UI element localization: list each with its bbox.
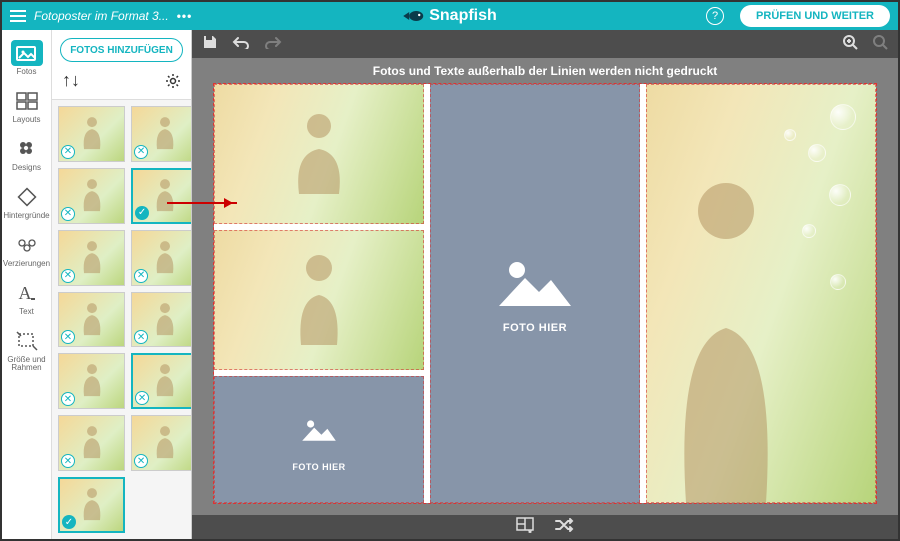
rail-label: Layouts xyxy=(12,116,40,124)
remove-x-icon[interactable]: ✕ xyxy=(61,454,75,468)
photo-thumbnail[interactable]: ✓ xyxy=(131,168,191,224)
layout-swap-icon[interactable] xyxy=(516,517,534,538)
rail-item-text[interactable]: A Text xyxy=(2,274,51,322)
zoom-in-icon[interactable] xyxy=(842,34,858,55)
redo-icon xyxy=(264,35,282,54)
used-check-icon[interactable]: ✓ xyxy=(62,515,76,529)
sort-button[interactable]: ↑↓ xyxy=(62,70,80,91)
header-bar: Fotoposter im Format 3... ••• Snapfish ?… xyxy=(2,2,898,30)
crop-icon xyxy=(11,328,43,354)
image-placeholder-icon xyxy=(301,416,337,442)
panel-settings-button[interactable] xyxy=(165,73,181,89)
brand-logo: Snapfish xyxy=(403,7,497,25)
remove-x-icon[interactable]: ✕ xyxy=(61,330,75,344)
layout-grid-icon xyxy=(11,88,43,114)
rail-item-designs[interactable]: Designs xyxy=(2,130,51,178)
rail-label: Verzierungen xyxy=(3,260,50,268)
rail-item-photos[interactable]: Fotos xyxy=(2,34,51,82)
photo-thumbnail[interactable]: ✕ xyxy=(58,415,125,471)
menu-button[interactable] xyxy=(10,10,26,22)
photo-slot-3[interactable]: FOTO HIER xyxy=(214,376,424,503)
remove-x-icon[interactable]: ✕ xyxy=(134,330,148,344)
rail-label: Fotos xyxy=(16,68,36,76)
zoom-fit-icon xyxy=(872,34,888,55)
photos-panel: FOTOS HINZUFÜGEN ↑↓ ✕ ✕ ✕ ✓ ✕ ✕ ✕ ✕ ✕ ✕ ✕ ✕ ✓ xyxy=(52,30,192,539)
guide-arrow xyxy=(167,202,237,204)
canvas-hint: Fotos und Texte außerhalb der Linien wer… xyxy=(192,58,898,84)
rail-label: Größe und Rahmen xyxy=(3,356,51,372)
photo-thumbnail[interactable]: ✕ xyxy=(131,230,191,286)
remove-x-icon[interactable]: ✕ xyxy=(134,145,148,159)
rail-label: Text xyxy=(19,308,34,316)
image-placeholder-icon xyxy=(495,254,575,312)
photo-slot-2[interactable] xyxy=(214,230,424,370)
proceed-button[interactable]: PRÜFEN UND WEITER xyxy=(740,5,890,27)
photo-slot-5[interactable] xyxy=(646,84,876,503)
flower-icon xyxy=(11,136,43,162)
remove-x-icon[interactable]: ✕ xyxy=(61,392,75,406)
photo-thumbnail[interactable]: ✕ xyxy=(58,230,125,286)
photo-thumbnail[interactable]: ✕ xyxy=(131,292,191,348)
photo-slot-4[interactable]: FOTO HIER xyxy=(430,84,640,503)
photo-thumbnail[interactable]: ✕ xyxy=(131,415,191,471)
brand-text: Snapfish xyxy=(429,7,497,25)
undo-icon[interactable] xyxy=(232,35,250,54)
photo-thumbnail[interactable]: ✕ xyxy=(131,353,191,409)
photo-thumbnail[interactable]: ✕ xyxy=(58,106,125,162)
photo-thumbnail[interactable]: ✓ xyxy=(58,477,125,533)
placeholder-label: FOTO HIER xyxy=(503,322,567,334)
fish-icon xyxy=(403,9,425,23)
document-title[interactable]: Fotoposter im Format 3... xyxy=(34,9,169,23)
thumbnail-grid: ✕ ✕ ✕ ✓ ✕ ✕ ✕ ✕ ✕ ✕ ✕ ✕ ✓ xyxy=(52,100,191,539)
canvas-toolbar xyxy=(192,30,898,58)
help-button[interactable]: ? xyxy=(706,7,724,25)
text-icon: A xyxy=(11,280,43,306)
ornament-icon xyxy=(11,232,43,258)
remove-x-icon[interactable]: ✕ xyxy=(135,391,149,405)
rail-label: Hintergründe xyxy=(3,212,49,220)
remove-x-icon[interactable]: ✕ xyxy=(61,269,75,283)
rail-label: Designs xyxy=(12,164,41,172)
photo-thumbnail[interactable]: ✕ xyxy=(58,353,125,409)
canvas-bottom-bar xyxy=(192,515,898,539)
rail-item-size[interactable]: Größe und Rahmen xyxy=(2,322,51,378)
photo-thumbnail[interactable]: ✕ xyxy=(58,168,125,224)
shuffle-icon[interactable] xyxy=(554,518,574,537)
canvas-area: Fotos und Texte außerhalb der Linien wer… xyxy=(192,30,898,539)
rail-item-backgrounds[interactable]: Hintergründe xyxy=(2,178,51,226)
poster-layout[interactable]: FOTO HIER FOTO HIER xyxy=(214,84,876,503)
photo-thumbnail[interactable]: ✕ xyxy=(131,106,191,162)
left-rail: Fotos Layouts Designs Hintergründe Verzi… xyxy=(2,30,52,539)
remove-x-icon[interactable]: ✕ xyxy=(61,145,75,159)
photo-slot-1[interactable] xyxy=(214,84,424,224)
remove-x-icon[interactable]: ✕ xyxy=(61,207,75,221)
document-menu-button[interactable]: ••• xyxy=(177,9,193,23)
used-check-icon[interactable]: ✓ xyxy=(135,206,149,220)
remove-x-icon[interactable]: ✕ xyxy=(134,269,148,283)
image-stack-icon xyxy=(11,40,43,66)
rail-item-embellish[interactable]: Verzierungen xyxy=(2,226,51,274)
placeholder-label: FOTO HIER xyxy=(292,462,345,472)
photo-thumbnail[interactable]: ✕ xyxy=(58,292,125,348)
rail-item-layouts[interactable]: Layouts xyxy=(2,82,51,130)
add-photos-button[interactable]: FOTOS HINZUFÜGEN xyxy=(60,38,183,62)
remove-x-icon[interactable]: ✕ xyxy=(134,454,148,468)
diamond-icon xyxy=(11,184,43,210)
save-icon[interactable] xyxy=(202,34,218,55)
